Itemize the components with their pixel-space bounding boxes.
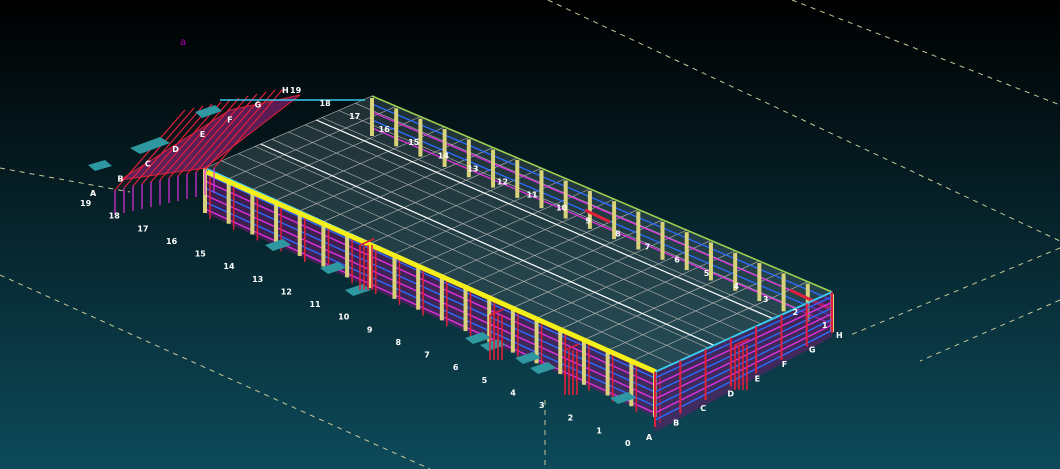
axis-number-label: 3 (539, 401, 545, 410)
axis-number-label: 18 (320, 99, 332, 108)
front-column (581, 339, 586, 385)
axis-number-label: 13 (252, 275, 263, 284)
building-model-canvas[interactable]: a 191817161514131211109876543210ABCDEFGH… (0, 0, 1060, 469)
axis-letter-label: B (673, 418, 679, 427)
axis-number-label: 11 (309, 300, 321, 309)
back-column (563, 180, 568, 219)
front-column (345, 232, 350, 278)
front-column (274, 200, 279, 246)
back-column (491, 149, 496, 188)
axis-letter-label: C (700, 404, 706, 413)
axis-number-label: 2 (792, 308, 798, 317)
axis-letter-label: A (646, 433, 653, 442)
front-column (605, 350, 610, 396)
front-column (297, 210, 302, 256)
axis-letter-label: E (755, 375, 760, 384)
axis-number-label: 9 (367, 325, 373, 334)
axis-number-label: 15 (408, 138, 420, 147)
axis-number-label: 17 (349, 112, 360, 121)
axis-number-label: 10 (556, 204, 568, 213)
axis-letter-label: F (782, 360, 787, 369)
3d-model-viewport[interactable]: a 19 18 17 16 15 14 13 12 11 10 9 8 7 6 5 4 3 2 1 0 A B C D E F G H… (0, 0, 1060, 469)
axis-number-label: 12 (281, 287, 292, 296)
axis-number-label: 4 (733, 282, 739, 291)
axis-number-label: 14 (438, 151, 450, 160)
axis-letter-label: E (200, 130, 205, 139)
back-column (370, 98, 374, 136)
axis-letter-label: D (172, 145, 179, 154)
axis-number-label: 5 (482, 376, 488, 385)
axis-number-label: 13 (467, 164, 478, 173)
back-column (684, 232, 689, 271)
front-column (321, 221, 326, 267)
axis-letter-label: G (809, 346, 816, 355)
back-column (781, 273, 786, 312)
axis-letter-label: H (836, 331, 843, 340)
axis-number-label: 19 (290, 86, 302, 95)
axis-number-label: 7 (645, 243, 651, 252)
back-column (515, 159, 520, 198)
front-column (226, 178, 231, 224)
axis-letter-label: H (282, 86, 289, 95)
back-column (442, 128, 447, 167)
axis-number-label: 7 (424, 351, 430, 360)
axis-number-label: 16 (166, 237, 178, 246)
back-column (539, 170, 544, 209)
front-column (463, 286, 468, 332)
axis-number-label: 16 (379, 125, 391, 134)
front-column (558, 329, 563, 375)
axis-number-label: 10 (338, 313, 350, 322)
axis-number-label: 1 (822, 321, 828, 330)
axis-number-label: 0 (625, 439, 631, 448)
corner-marker: a (180, 37, 186, 48)
back-column (394, 108, 399, 147)
front-column (510, 307, 515, 353)
axis-letter-label: G (255, 101, 262, 110)
axis-number-label: 8 (615, 230, 621, 239)
axis-number-label: 8 (396, 338, 402, 347)
axis-number-label: 9 (586, 217, 592, 226)
back-column (660, 221, 665, 260)
front-column (392, 253, 397, 299)
axis-number-label: 6 (674, 256, 680, 265)
axis-number-label: 14 (223, 262, 235, 271)
axis-number-label: 19 (80, 199, 92, 208)
axis-letter-label: F (227, 115, 232, 124)
front-column (416, 264, 421, 310)
axis-number-label: 3 (763, 295, 769, 304)
front-column (250, 189, 255, 235)
back-column (636, 211, 641, 250)
axis-number-label: 17 (137, 224, 148, 233)
back-column (708, 242, 713, 281)
axis-number-label: 2 (568, 414, 574, 423)
axis-letter-label: A (90, 189, 97, 198)
axis-letter-label: B (117, 174, 123, 183)
axis-number-label: 5 (704, 269, 710, 278)
axis-number-label: 18 (109, 212, 121, 221)
axis-letter-label: C (145, 160, 151, 169)
axis-letter-label: D (727, 389, 734, 398)
axis-number-label: 15 (195, 250, 207, 259)
axis-number-label: 4 (510, 388, 516, 397)
axis-number-label: 11 (526, 190, 538, 199)
axis-number-label: 6 (453, 363, 459, 372)
axis-number-label: 12 (497, 177, 508, 186)
back-column (757, 263, 762, 302)
front-column (439, 275, 444, 321)
axis-number-label: 1 (596, 426, 602, 435)
